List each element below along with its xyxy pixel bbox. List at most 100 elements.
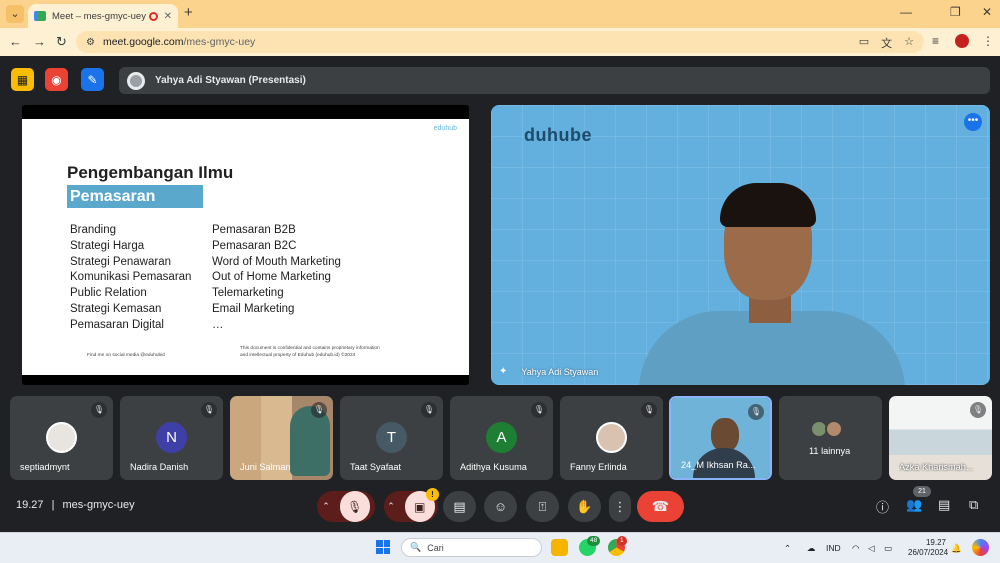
list-item: Pemasaran B2B bbox=[212, 224, 296, 236]
minimize-window-button[interactable]: — bbox=[900, 5, 912, 19]
reload-button[interactable]: ↻ bbox=[56, 34, 67, 50]
bookmark-star-icon[interactable]: ☆ bbox=[904, 35, 914, 51]
search-icon: 🔍 bbox=[410, 542, 422, 552]
close-window-button[interactable]: ✕ bbox=[982, 5, 992, 19]
captions-off-icon[interactable]: ▦ bbox=[11, 68, 34, 91]
reactions-button[interactable]: ☺ bbox=[484, 491, 517, 522]
copilot-icon[interactable] bbox=[972, 539, 989, 556]
maximize-window-button[interactable]: ❐ bbox=[950, 5, 961, 19]
site-info-icon[interactable]: ⚙ bbox=[86, 37, 95, 48]
presenter-video-tile[interactable]: duhube ••• ✦ Yahya Adi Styawan bbox=[491, 105, 990, 385]
file-explorer-icon[interactable] bbox=[551, 539, 568, 556]
tray-overflow-icon[interactable]: ⌃ bbox=[784, 543, 791, 554]
participant-tile[interactable]: 🎙 Juni Salman bbox=[230, 396, 333, 480]
leave-call-button[interactable]: ☎ bbox=[637, 491, 684, 522]
media-control-icon[interactable]: ≡ bbox=[932, 34, 939, 48]
slide-logo: eduhub bbox=[433, 125, 457, 132]
video-name-label: ✦ Yahya Adi Styawan bbox=[499, 366, 598, 377]
address-bar[interactable]: ⚙ meet.google.com/mes-gmyc-uey ▭ 文 ☆ bbox=[76, 31, 924, 53]
avatar: N bbox=[156, 422, 187, 453]
captions-button[interactable]: ▤ bbox=[443, 491, 476, 522]
disclaimer-line: and intellectual property of Eduhub (edu… bbox=[240, 353, 356, 358]
participant-name: Adithya Kusuma bbox=[460, 462, 527, 472]
video-participant-name: Yahya Adi Styawan bbox=[521, 366, 599, 377]
cloud-icon[interactable]: ☁ bbox=[807, 543, 816, 554]
tab-search-button[interactable]: ⌄ bbox=[6, 5, 24, 23]
meeting-details-icon[interactable]: ⓘ bbox=[876, 497, 889, 516]
windows-start-icon[interactable] bbox=[376, 540, 390, 554]
more-vert-icon: ⋮ bbox=[613, 498, 627, 514]
participant-name: 24_M Ikhsan Ra... bbox=[681, 460, 756, 470]
tile-options-button[interactable]: ••• bbox=[964, 113, 982, 131]
participant-tile[interactable]: N 🎙 Nadira Danish bbox=[120, 396, 223, 480]
list-item: Email Marketing bbox=[212, 302, 295, 315]
presenter-bar[interactable]: Yahya Adi Styawan (Presentasi) bbox=[119, 67, 990, 94]
whiteboard-icon[interactable]: ✎ bbox=[81, 68, 104, 91]
battery-icon[interactable]: ▭ bbox=[884, 543, 892, 554]
mic-off-icon: 🎙 bbox=[970, 402, 986, 418]
taskbar-search-input[interactable]: 🔍 Cari bbox=[401, 538, 542, 557]
search-placeholder: Cari bbox=[427, 542, 444, 553]
people-icon[interactable]: 👥 bbox=[906, 497, 922, 513]
list-item: Word of Mouth Marketing bbox=[212, 255, 341, 268]
background-brand-text: duhube bbox=[524, 125, 592, 145]
notification-bell-icon[interactable]: 🔔 bbox=[951, 543, 962, 554]
participant-tile[interactable]: 🎙 24_M Ikhsan Ra... bbox=[669, 396, 772, 480]
close-tab-icon[interactable]: ✕ bbox=[164, 11, 172, 22]
participant-name: septiadmynt bbox=[20, 462, 70, 472]
video-options-chevron-icon[interactable]: ⌃ bbox=[387, 501, 395, 512]
profile-avatar[interactable] bbox=[955, 34, 969, 48]
new-tab-button[interactable]: + bbox=[184, 4, 193, 21]
system-date: 26/07/2024 bbox=[908, 548, 949, 557]
forward-button[interactable]: → bbox=[33, 34, 46, 49]
list-item: Telemarketing bbox=[212, 287, 284, 300]
participant-name: Taat Syafaat bbox=[350, 462, 402, 472]
recording-icon[interactable]: ◉ bbox=[45, 68, 68, 91]
presentation-slide: eduhub Pengembangan Ilmu Pemasaran Brand… bbox=[22, 119, 469, 375]
chat-icon[interactable]: ▤ bbox=[938, 497, 950, 513]
system-clock[interactable]: 19.27 26/07/2024 bbox=[908, 538, 949, 558]
translate-icon[interactable]: 文 bbox=[881, 35, 892, 51]
browser-tab-meet[interactable]: Meet – mes-gmyc-uey ✕ bbox=[28, 4, 178, 28]
meeting-code: mes-gmyc-uey bbox=[62, 499, 135, 511]
participant-name: Juni Salman bbox=[240, 462, 291, 472]
avatar bbox=[596, 422, 627, 453]
emoji-icon: ☺ bbox=[493, 499, 508, 514]
presenter-label: Yahya Adi Styawan (Presentasi) bbox=[155, 75, 306, 86]
activities-icon[interactable]: ⧉ bbox=[969, 497, 978, 513]
volume-icon[interactable]: ◁ bbox=[868, 543, 875, 554]
present-button[interactable]: ⍐ bbox=[526, 491, 559, 522]
pin-icon[interactable]: ✦ bbox=[499, 366, 507, 377]
participant-name: Fanny Erlinda bbox=[570, 462, 627, 472]
participant-tile[interactable]: 🎙 septiadmynt bbox=[10, 396, 113, 480]
participant-tile[interactable]: T 🎙 Taat Syafaat bbox=[340, 396, 443, 480]
participant-tile[interactable]: 🎙 Fanny Erlinda bbox=[560, 396, 663, 480]
participant-tile[interactable]: 🎙 Azka Kharismah... bbox=[889, 396, 992, 480]
captions-icon: ▤ bbox=[453, 498, 466, 514]
presenter-avatar bbox=[127, 71, 145, 90]
audio-options-chevron-icon[interactable]: ⌃ bbox=[322, 501, 330, 512]
list-item: Strategi Harga bbox=[70, 239, 145, 252]
list-item: Branding bbox=[70, 224, 117, 236]
participant-name: Nadira Danish bbox=[130, 462, 189, 472]
back-button[interactable]: ← bbox=[9, 34, 22, 49]
raise-hand-button[interactable]: ✋ bbox=[568, 491, 601, 522]
participant-tile[interactable]: A 🎙 Adithya Kusuma bbox=[450, 396, 553, 480]
mic-off-icon: 🎙 bbox=[421, 402, 437, 418]
slide-footer-disclaimer: This document is confidential and contai… bbox=[240, 345, 380, 359]
more-options-button[interactable]: ⋮ bbox=[609, 491, 631, 522]
disclaimer-line: This document is confidential and contai… bbox=[240, 346, 380, 351]
browser-menu-icon[interactable]: ⋮ bbox=[982, 34, 994, 48]
camera-permission-icon[interactable]: ▭ bbox=[859, 35, 869, 51]
mic-off-icon: 🎙 bbox=[91, 402, 107, 418]
wifi-icon[interactable]: ◠ bbox=[852, 543, 859, 554]
presentation-tile[interactable]: eduhub Pengembangan Ilmu Pemasaran Brand… bbox=[22, 105, 469, 385]
system-time: 19.27 bbox=[925, 538, 946, 547]
more-participants-tile[interactable]: 11 lainnya bbox=[779, 396, 882, 480]
url-text: meet.google.com/mes-gmyc-uey bbox=[102, 36, 256, 48]
list-item: Strategi Kemasan bbox=[70, 302, 162, 315]
language-indicator[interactable]: IND bbox=[826, 543, 841, 553]
people-count-badge: 21 bbox=[913, 486, 931, 497]
mic-off-button[interactable]: 🎙 bbox=[339, 491, 370, 522]
mic-control-group[interactable]: ⌃ 🎙 bbox=[317, 491, 375, 522]
